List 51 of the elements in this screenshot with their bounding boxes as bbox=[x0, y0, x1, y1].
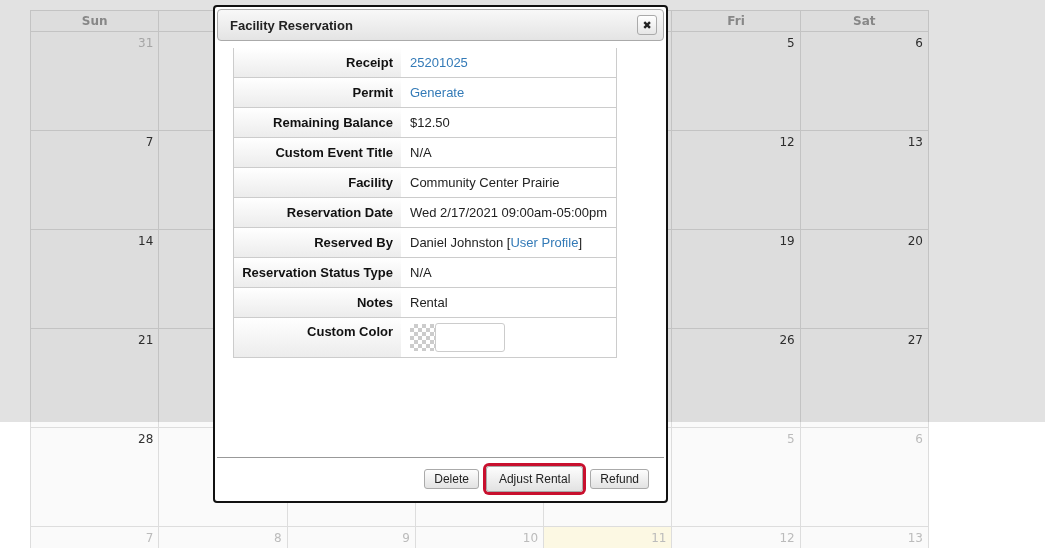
weekday-header: Sun bbox=[31, 11, 160, 32]
day-number: 13 bbox=[907, 135, 923, 149]
weekday-header: Sat bbox=[800, 11, 929, 32]
day-number: 9 bbox=[402, 531, 410, 545]
day-number: 13 bbox=[907, 531, 923, 545]
day-number: 10 bbox=[522, 531, 539, 545]
day-number: 14 bbox=[138, 234, 154, 248]
dialog-title: Facility Reservation bbox=[230, 17, 353, 33]
field-label: Receipt bbox=[346, 55, 393, 70]
day-number: 19 bbox=[779, 234, 795, 248]
day-number: 8 bbox=[273, 531, 282, 545]
value-text: Rental bbox=[410, 295, 448, 310]
weekday-header: Fri bbox=[672, 11, 801, 32]
value-text: Daniel Johnston [User Profile] bbox=[410, 235, 582, 250]
value-text: Community Center Prairie bbox=[410, 175, 560, 190]
action-button[interactable]: Adjust Rental bbox=[485, 465, 584, 492]
value-text: N/A bbox=[410, 145, 432, 160]
day-number: 6 bbox=[915, 432, 923, 446]
field-label: Notes bbox=[356, 295, 393, 310]
day-number: 7 bbox=[145, 531, 154, 545]
profile-link[interactable]: User Profile bbox=[510, 235, 579, 250]
day-number: 28 bbox=[138, 432, 154, 446]
day-number: 5 bbox=[787, 36, 795, 50]
value-text: Wed 2/17/2021 09:00am-05:00pm bbox=[410, 205, 608, 220]
color-input-field[interactable] bbox=[435, 323, 505, 352]
action-button[interactable]: Refund bbox=[590, 468, 649, 489]
field-label: Permit bbox=[352, 85, 393, 100]
value-link[interactable]: Generate bbox=[410, 85, 465, 100]
day-number: 6 bbox=[915, 36, 923, 50]
field-label: Facility bbox=[348, 175, 393, 190]
close-button[interactable]: ✖ bbox=[637, 15, 657, 35]
day-number: 21 bbox=[138, 333, 154, 347]
value-text: $12.50 bbox=[410, 115, 450, 130]
day-number: 12 bbox=[779, 531, 795, 545]
day-number: 27 bbox=[907, 333, 923, 347]
day-number: 7 bbox=[145, 135, 154, 149]
day-number: 26 bbox=[779, 333, 795, 347]
day-number: 11 bbox=[651, 531, 667, 545]
field-label: Remaining Balance bbox=[273, 115, 393, 130]
day-number: 20 bbox=[907, 234, 923, 248]
field-label: Reservation Date bbox=[286, 205, 393, 220]
value-text: N/A bbox=[410, 265, 432, 280]
field-label: Custom Color bbox=[307, 324, 393, 339]
day-number: 5 bbox=[787, 432, 795, 446]
action-button[interactable]: Delete bbox=[424, 468, 479, 489]
value-link[interactable]: 25201025 bbox=[410, 55, 468, 70]
field-label: Custom Event Title bbox=[275, 145, 393, 160]
day-number: 12 bbox=[779, 135, 795, 149]
field-label: Reserved By bbox=[314, 235, 393, 250]
day-number: 31 bbox=[138, 36, 154, 50]
field-label: Reservation Status Type bbox=[242, 265, 393, 280]
